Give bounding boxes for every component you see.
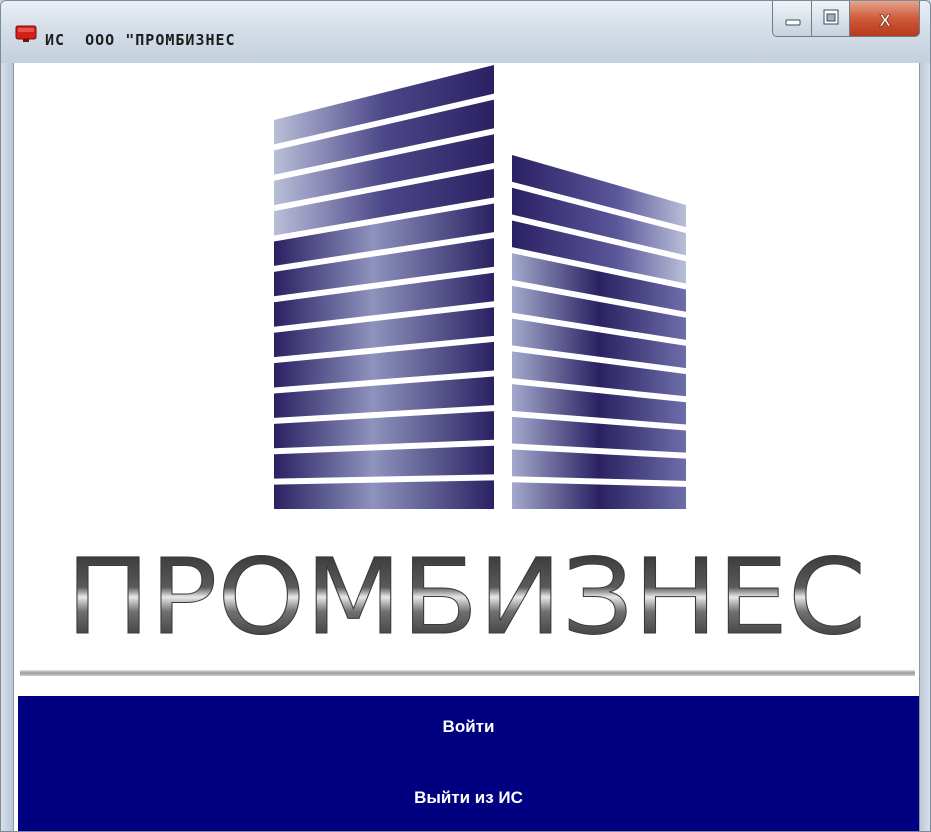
client-area: ПРОМБИЗНЕС Войти Выйти из ИС [13, 63, 920, 831]
right-tower [512, 155, 686, 509]
building-logo [274, 65, 686, 509]
left-tower [274, 65, 494, 509]
right-tower-band [512, 482, 686, 509]
maximize-icon [823, 9, 839, 25]
maximize-button[interactable] [812, 1, 850, 37]
right-tower-band [512, 449, 686, 481]
app-window-icon[interactable] [15, 25, 37, 43]
left-tower-band [274, 480, 494, 509]
window-title: ИС ООО "ПРОМБИЗНЕС [45, 31, 236, 49]
title-bar[interactable]: ИС ООО "ПРОМБИЗНЕС X [1, 1, 930, 63]
left-tower-band [274, 411, 494, 449]
logo-separator [20, 670, 915, 676]
close-button[interactable]: X [850, 1, 920, 37]
wordmark-text: ПРОМБИЗНЕС [66, 536, 866, 651]
minimize-button[interactable] [772, 1, 812, 37]
main-menu-panel: Войти Выйти из ИС [18, 696, 919, 831]
svg-text:X: X [879, 11, 891, 30]
left-tower-band [274, 445, 494, 479]
window-border-left [1, 63, 13, 831]
close-icon: X [879, 11, 892, 31]
app-window: ИС ООО "ПРОМБИЗНЕС X ПРОМБИЗНЕС Войти Вы… [0, 0, 931, 832]
window-controls: X [772, 1, 920, 39]
company-wordmark: ПРОМБИЗНЕС [66, 536, 867, 652]
minimize-icon [785, 19, 801, 26]
exit-button[interactable]: Выйти из ИС [18, 773, 919, 823]
login-button[interactable]: Войти [18, 702, 919, 752]
